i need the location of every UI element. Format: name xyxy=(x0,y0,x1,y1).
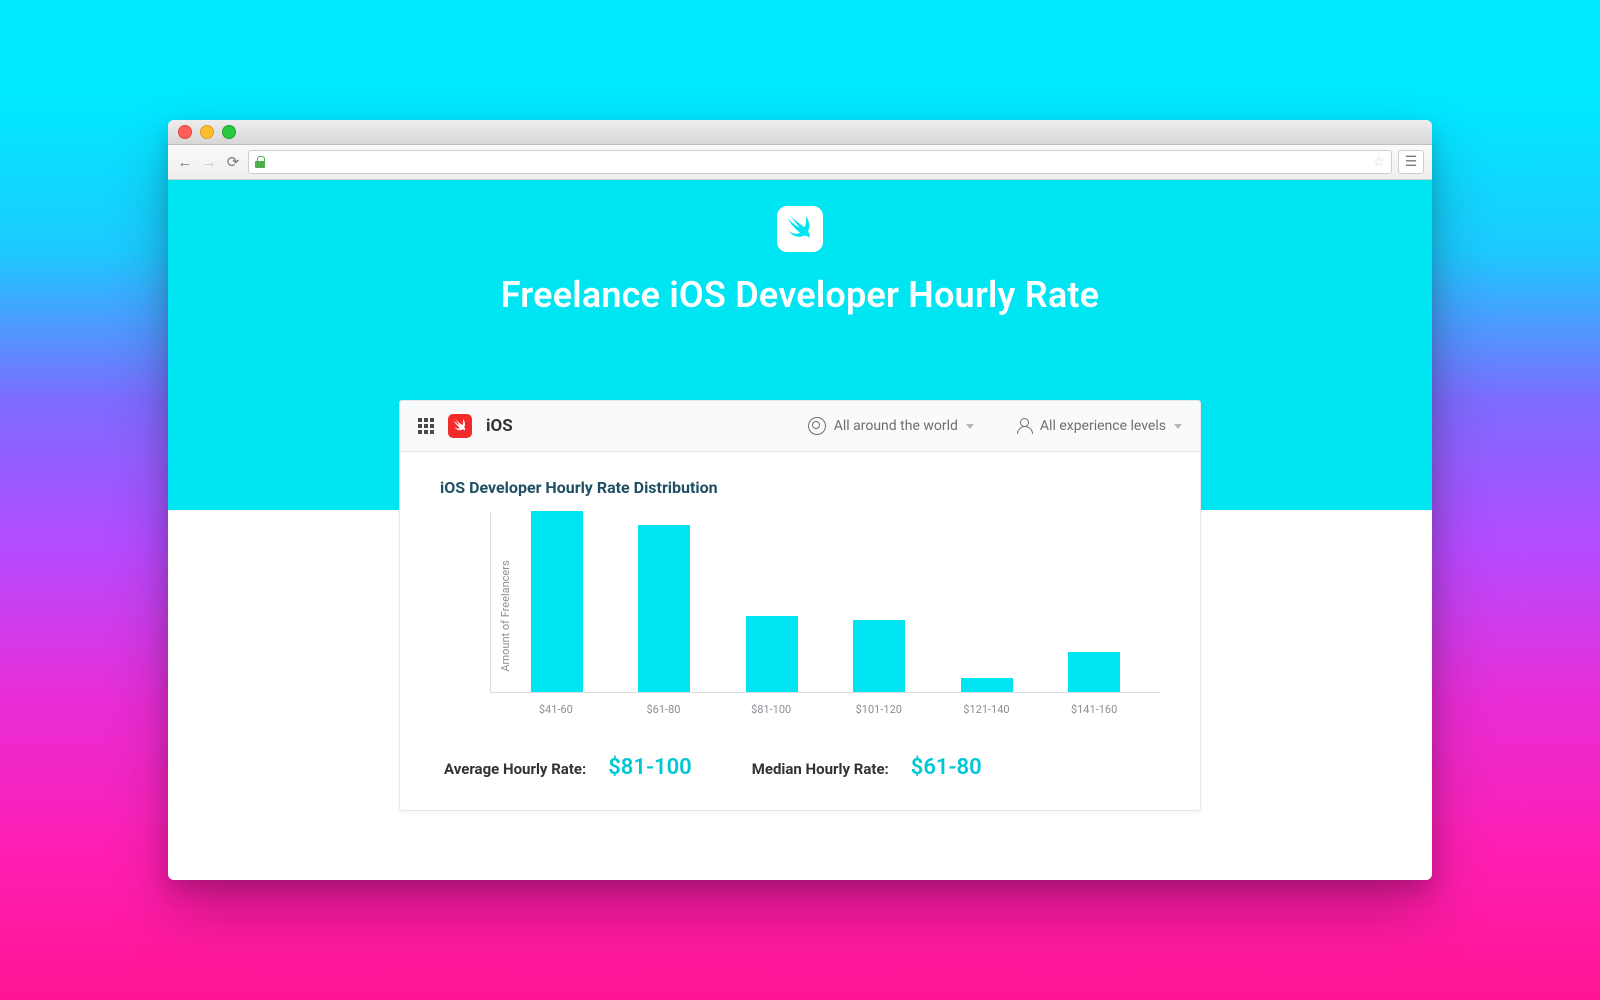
bar xyxy=(961,678,1013,692)
window-close-button[interactable] xyxy=(178,125,192,139)
page-content: Freelance iOS Developer Hourly Rate iOS xyxy=(168,180,1432,880)
plot-area xyxy=(490,511,1160,693)
experience-filter-label: All experience levels xyxy=(1040,418,1166,434)
summary-stats: Average Hourly Rate: $81-100 Median Hour… xyxy=(440,755,1160,780)
ios-swift-badge xyxy=(448,414,472,438)
bar xyxy=(746,616,798,692)
experience-filter[interactable]: All experience levels xyxy=(1016,418,1182,434)
page-title: Freelance iOS Developer Hourly Rate xyxy=(501,274,1099,316)
window-minimize-button[interactable] xyxy=(200,125,214,139)
window-zoom-button[interactable] xyxy=(222,125,236,139)
x-tick-label: $81-100 xyxy=(745,697,797,721)
x-tick-label: $101-120 xyxy=(853,697,905,721)
swift-logo-badge xyxy=(777,206,823,252)
x-tick-label: $141-160 xyxy=(1068,697,1120,721)
person-icon xyxy=(1016,418,1032,434)
address-bar[interactable]: ☆ xyxy=(248,150,1392,174)
platform-label: iOS xyxy=(486,416,513,436)
location-filter[interactable]: All around the world xyxy=(808,417,974,435)
chevron-down-icon xyxy=(966,424,974,429)
x-tick-label: $61-80 xyxy=(637,697,689,721)
rate-panel: iOS All around the world All experience … xyxy=(399,400,1201,811)
chevron-down-icon xyxy=(1174,424,1182,429)
average-rate-stat: Average Hourly Rate: $81-100 xyxy=(444,755,692,780)
bar xyxy=(853,620,905,692)
back-button[interactable]: ← xyxy=(176,153,194,171)
reload-button[interactable]: ⟳ xyxy=(224,153,242,171)
panel-body: iOS Developer Hourly Rate Distribution A… xyxy=(400,452,1200,810)
lock-icon xyxy=(255,156,265,168)
bar xyxy=(638,525,690,692)
x-tick-label: $41-60 xyxy=(530,697,582,721)
median-rate-label: Median Hourly Rate: xyxy=(752,760,889,778)
median-rate-value: $61-80 xyxy=(911,755,982,780)
median-rate-stat: Median Hourly Rate: $61-80 xyxy=(752,755,982,780)
panel-toolbar: iOS All around the world All experience … xyxy=(400,401,1200,452)
browser-toolbar: ← → ⟳ ☆ ☰ xyxy=(168,145,1432,180)
apps-grid-icon[interactable] xyxy=(418,418,434,434)
average-rate-value: $81-100 xyxy=(608,755,691,780)
bar xyxy=(1068,652,1120,692)
location-filter-label: All around the world xyxy=(834,418,958,434)
window-titlebar xyxy=(168,120,1432,145)
browser-window: ← → ⟳ ☆ ☰ Freelance iOS Developer Hourly… xyxy=(168,120,1432,880)
bar xyxy=(531,511,583,692)
hamburger-menu-button[interactable]: ☰ xyxy=(1398,150,1424,174)
forward-button[interactable]: → xyxy=(200,153,218,171)
bar-chart: Amount of Freelancers $41-60$61-80$81-10… xyxy=(462,511,1160,721)
bookmark-star-icon[interactable]: ☆ xyxy=(1372,154,1385,170)
x-tick-label: $121-140 xyxy=(960,697,1012,721)
swift-icon xyxy=(452,418,468,434)
location-pin-icon xyxy=(808,417,826,435)
average-rate-label: Average Hourly Rate: xyxy=(444,760,586,778)
chart-title: iOS Developer Hourly Rate Distribution xyxy=(440,478,1160,497)
swift-icon xyxy=(785,214,815,244)
